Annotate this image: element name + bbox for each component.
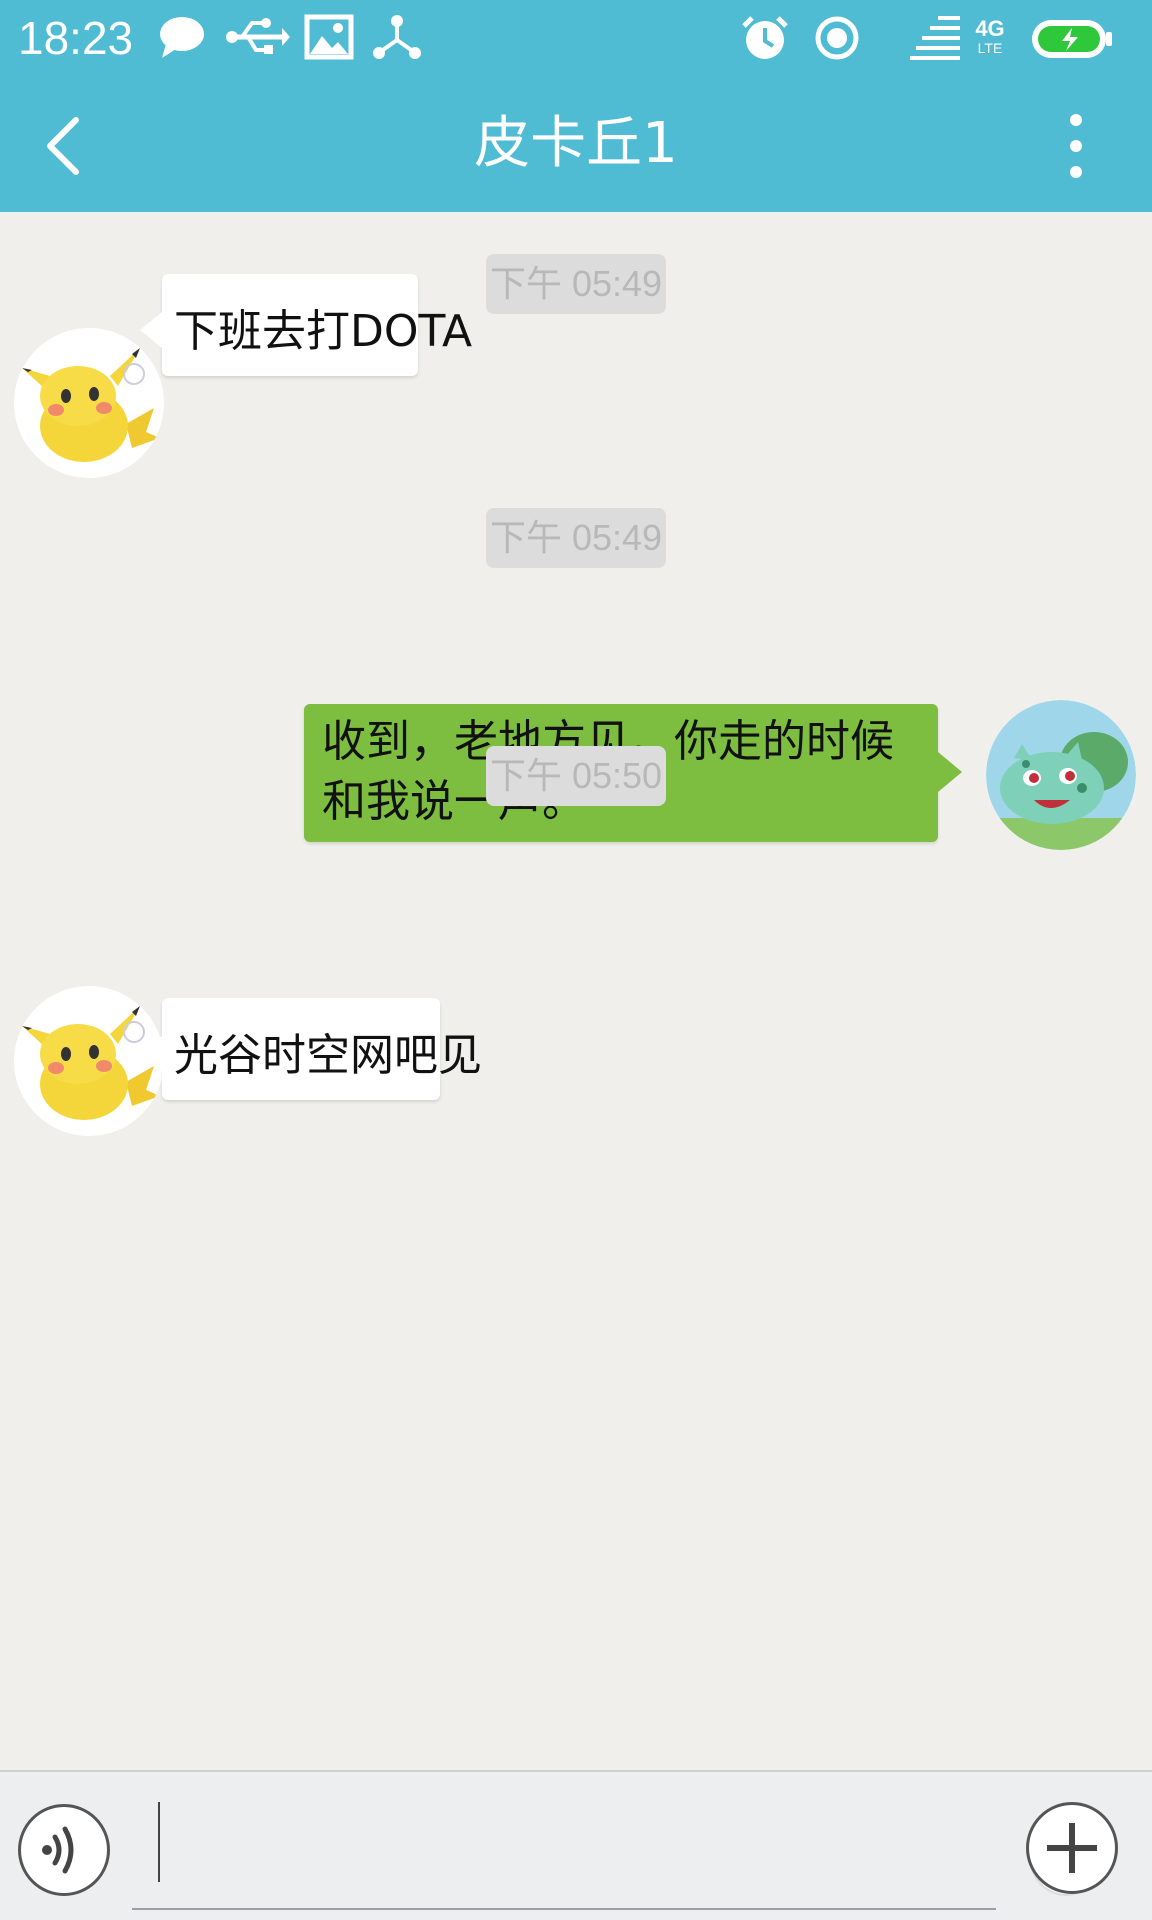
status-bar: 18:23 4G LTE — [0, 0, 1152, 76]
chat-area[interactable]: 下午 05:49 下班去打DOTA 下午 05:49 收到，老地方见。你走的时候… — [0, 212, 1152, 1770]
incoming-message-bubble[interactable]: 光谷时空网吧见 — [140, 998, 482, 1100]
network-label-top: 4G — [975, 16, 1005, 41]
more-vertical-icon[interactable] — [1050, 106, 1102, 186]
message-input[interactable] — [132, 1792, 1102, 1910]
alarm-icon — [742, 16, 788, 59]
input-bar — [0, 1770, 1152, 1920]
plus-icon — [1047, 1823, 1097, 1873]
add-button[interactable] — [1026, 1802, 1118, 1894]
message-timestamp: 下午 05:50 — [486, 746, 666, 806]
pikachu-avatar-icon — [14, 328, 164, 478]
chat-bubble-icon — [160, 17, 204, 58]
status-time: 18:23 — [18, 12, 134, 64]
message-timestamp: 下午 05:49 — [486, 254, 666, 314]
page-title: 皮卡丘1 — [474, 111, 678, 176]
network-type: 4G LTE — [970, 16, 1010, 57]
signal-icon — [910, 16, 960, 60]
message-text: 光谷时空网吧见 — [174, 1030, 482, 1081]
text-caret — [158, 1802, 160, 1882]
message-timestamp: 下午 05:49 — [486, 508, 666, 568]
incoming-message-bubble[interactable]: 下班去打DOTA — [140, 274, 472, 376]
voice-button[interactable] — [18, 1804, 110, 1896]
app-bar: 皮卡丘1 — [0, 76, 1152, 212]
network-label-bottom: LTE — [977, 40, 1003, 56]
sync-icon — [815, 16, 859, 60]
voice-icon — [42, 1826, 74, 1874]
bulbasaur-avatar-icon — [986, 700, 1136, 850]
avatar[interactable] — [986, 700, 1136, 850]
battery-charging-icon — [1032, 20, 1112, 58]
message-text: 下班去打DOTA — [174, 306, 473, 357]
share-nodes-icon — [373, 15, 421, 59]
usb-icon — [226, 18, 290, 54]
avatar[interactable] — [14, 328, 164, 478]
image-icon — [304, 14, 354, 60]
